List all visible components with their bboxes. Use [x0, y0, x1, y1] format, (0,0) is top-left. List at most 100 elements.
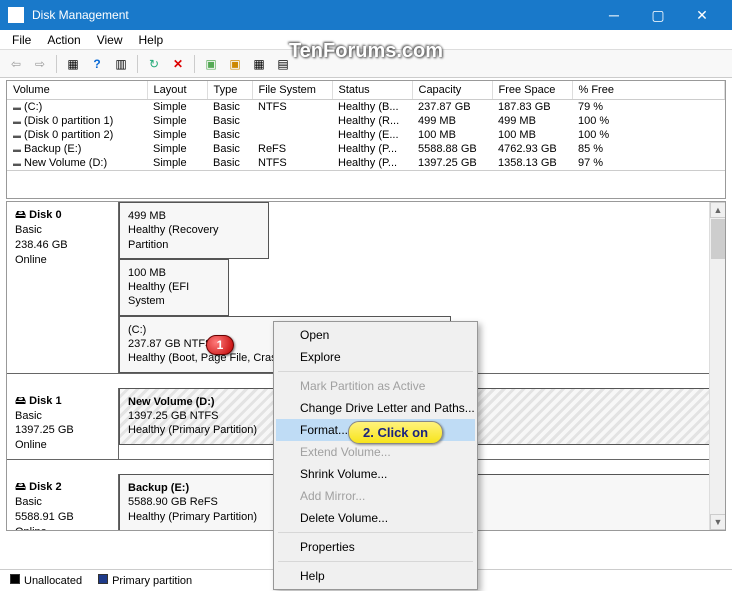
legend-unallocated: Unallocated — [10, 574, 82, 587]
volume-status: Healthy (R... — [332, 114, 412, 128]
ctx-separator — [278, 532, 473, 533]
table-empty-area — [7, 170, 725, 198]
volume-row[interactable]: (Disk 0 partition 1)SimpleBasic Healthy (… — [7, 114, 725, 128]
volume-status: Healthy (E... — [332, 128, 412, 142]
volume-name: (C:) — [7, 100, 147, 115]
scroll-up-icon[interactable]: ▲ — [710, 202, 726, 218]
delete-icon[interactable]: ✕ — [168, 54, 188, 74]
annotation-step-1: 1 — [206, 335, 234, 355]
volume-pct: 100 % — [572, 114, 725, 128]
volume-capacity: 5588.88 GB — [412, 142, 492, 156]
scroll-down-icon[interactable]: ▼ — [710, 514, 726, 530]
toolbar-separator — [194, 55, 195, 73]
volume-list-panel: Volume Layout Type File System Status Ca… — [6, 80, 726, 199]
volume-row[interactable]: New Volume (D:)SimpleBasicNTFSHealthy (P… — [7, 156, 725, 170]
view-icon[interactable]: ▦ — [63, 54, 83, 74]
scroll-thumb[interactable] — [711, 219, 725, 259]
volume-pct: 97 % — [572, 156, 725, 170]
col-type[interactable]: Type — [207, 81, 252, 100]
volume-row[interactable]: (C:)SimpleBasicNTFSHealthy (B...237.87 G… — [7, 100, 725, 115]
action2-icon[interactable]: ▣ — [225, 54, 245, 74]
ctx-mirror: Add Mirror... — [276, 485, 475, 507]
ctx-mark-active: Mark Partition as Active — [276, 375, 475, 397]
window-title: Disk Management — [32, 8, 592, 22]
vertical-scrollbar[interactable]: ▲ ▼ — [709, 202, 725, 530]
col-free[interactable]: Free Space — [492, 81, 572, 100]
properties-icon[interactable]: ▤ — [273, 54, 293, 74]
disk-label[interactable]: Disk 2Basic5588.91 GBOnline — [7, 474, 119, 531]
primary-swatch-icon — [98, 574, 108, 584]
partition-box[interactable]: 100 MBHealthy (EFI System — [119, 259, 229, 316]
col-volume[interactable]: Volume — [7, 81, 147, 100]
volume-fs — [252, 114, 332, 128]
partition-box[interactable]: 499 MBHealthy (Recovery Partition — [119, 202, 269, 259]
toolbar-separator — [56, 55, 57, 73]
volume-fs: NTFS — [252, 156, 332, 170]
ctx-delete[interactable]: Delete Volume... — [276, 507, 475, 529]
volume-fs: ReFS — [252, 142, 332, 156]
volume-free: 4762.93 GB — [492, 142, 572, 156]
disk-label[interactable]: Disk 0Basic238.46 GBOnline — [7, 202, 119, 373]
disk-icon — [15, 481, 29, 493]
volume-type: Basic — [207, 100, 252, 115]
ctx-change-letter[interactable]: Change Drive Letter and Paths... — [276, 397, 475, 419]
col-status[interactable]: Status — [332, 81, 412, 100]
close-button[interactable]: ✕ — [680, 0, 724, 30]
window-titlebar: Disk Management ─ ▢ ✕ — [0, 0, 732, 30]
col-fs[interactable]: File System — [252, 81, 332, 100]
toolbar-separator — [137, 55, 138, 73]
volume-type: Basic — [207, 156, 252, 170]
help-icon[interactable]: ? — [87, 54, 107, 74]
disk-label[interactable]: Disk 1Basic1397.25 GBOnline — [7, 388, 119, 459]
volume-row[interactable]: (Disk 0 partition 2)SimpleBasicHealthy (… — [7, 128, 725, 142]
menu-file[interactable]: File — [4, 31, 39, 49]
volume-name: Backup (E:) — [7, 142, 147, 156]
ctx-shrink[interactable]: Shrink Volume... — [276, 463, 475, 485]
col-layout[interactable]: Layout — [147, 81, 207, 100]
volume-free: 187.83 GB — [492, 100, 572, 115]
volume-capacity: 1397.25 GB — [412, 156, 492, 170]
ctx-explore[interactable]: Explore — [276, 346, 475, 368]
volume-layout: Simple — [147, 114, 207, 128]
volume-table[interactable]: Volume Layout Type File System Status Ca… — [7, 81, 725, 170]
volume-status: Healthy (P... — [332, 142, 412, 156]
volume-fs: NTFS — [252, 100, 332, 115]
menu-bar: File Action View Help — [0, 30, 732, 50]
volume-pct: 85 % — [572, 142, 725, 156]
volume-name: (Disk 0 partition 2) — [7, 128, 147, 142]
menu-action[interactable]: Action — [39, 31, 88, 49]
disk-icon — [15, 395, 29, 407]
refresh-icon[interactable]: ↻ — [144, 54, 164, 74]
volume-name: New Volume (D:) — [7, 156, 147, 170]
col-capacity[interactable]: Capacity — [412, 81, 492, 100]
maximize-button[interactable]: ▢ — [636, 0, 680, 30]
ctx-open[interactable]: Open — [276, 324, 475, 346]
volume-type: Basic — [207, 128, 252, 142]
app-icon — [8, 7, 24, 23]
volume-name: (Disk 0 partition 1) — [7, 114, 147, 128]
volume-capacity: 499 MB — [412, 114, 492, 128]
volume-capacity: 237.87 GB — [412, 100, 492, 115]
legend-primary: Primary partition — [98, 574, 192, 587]
back-icon: ⇦ — [6, 54, 26, 74]
volume-type: Basic — [207, 114, 252, 128]
volume-free: 100 MB — [492, 128, 572, 142]
volume-pct: 79 % — [572, 100, 725, 115]
volume-row[interactable]: Backup (E:)SimpleBasicReFSHealthy (P...5… — [7, 142, 725, 156]
toolbar: ⇦ ⇨ ▦ ? ▥ ↻ ✕ ▣ ▣ ▦ ▤ — [0, 50, 732, 78]
volume-capacity: 100 MB — [412, 128, 492, 142]
ctx-properties[interactable]: Properties — [276, 536, 475, 558]
forward-icon: ⇨ — [30, 54, 50, 74]
ctx-separator — [278, 371, 473, 372]
minimize-button[interactable]: ─ — [592, 0, 636, 30]
annotation-step-2: 2. Click on — [348, 421, 443, 444]
unallocated-swatch-icon — [10, 574, 20, 584]
ctx-help[interactable]: Help — [276, 565, 475, 587]
col-pct[interactable]: % Free — [572, 81, 725, 100]
menu-view[interactable]: View — [89, 31, 131, 49]
settings-icon[interactable]: ▦ — [249, 54, 269, 74]
console-icon[interactable]: ▥ — [111, 54, 131, 74]
volume-type: Basic — [207, 142, 252, 156]
menu-help[interactable]: Help — [131, 31, 172, 49]
action1-icon[interactable]: ▣ — [201, 54, 221, 74]
